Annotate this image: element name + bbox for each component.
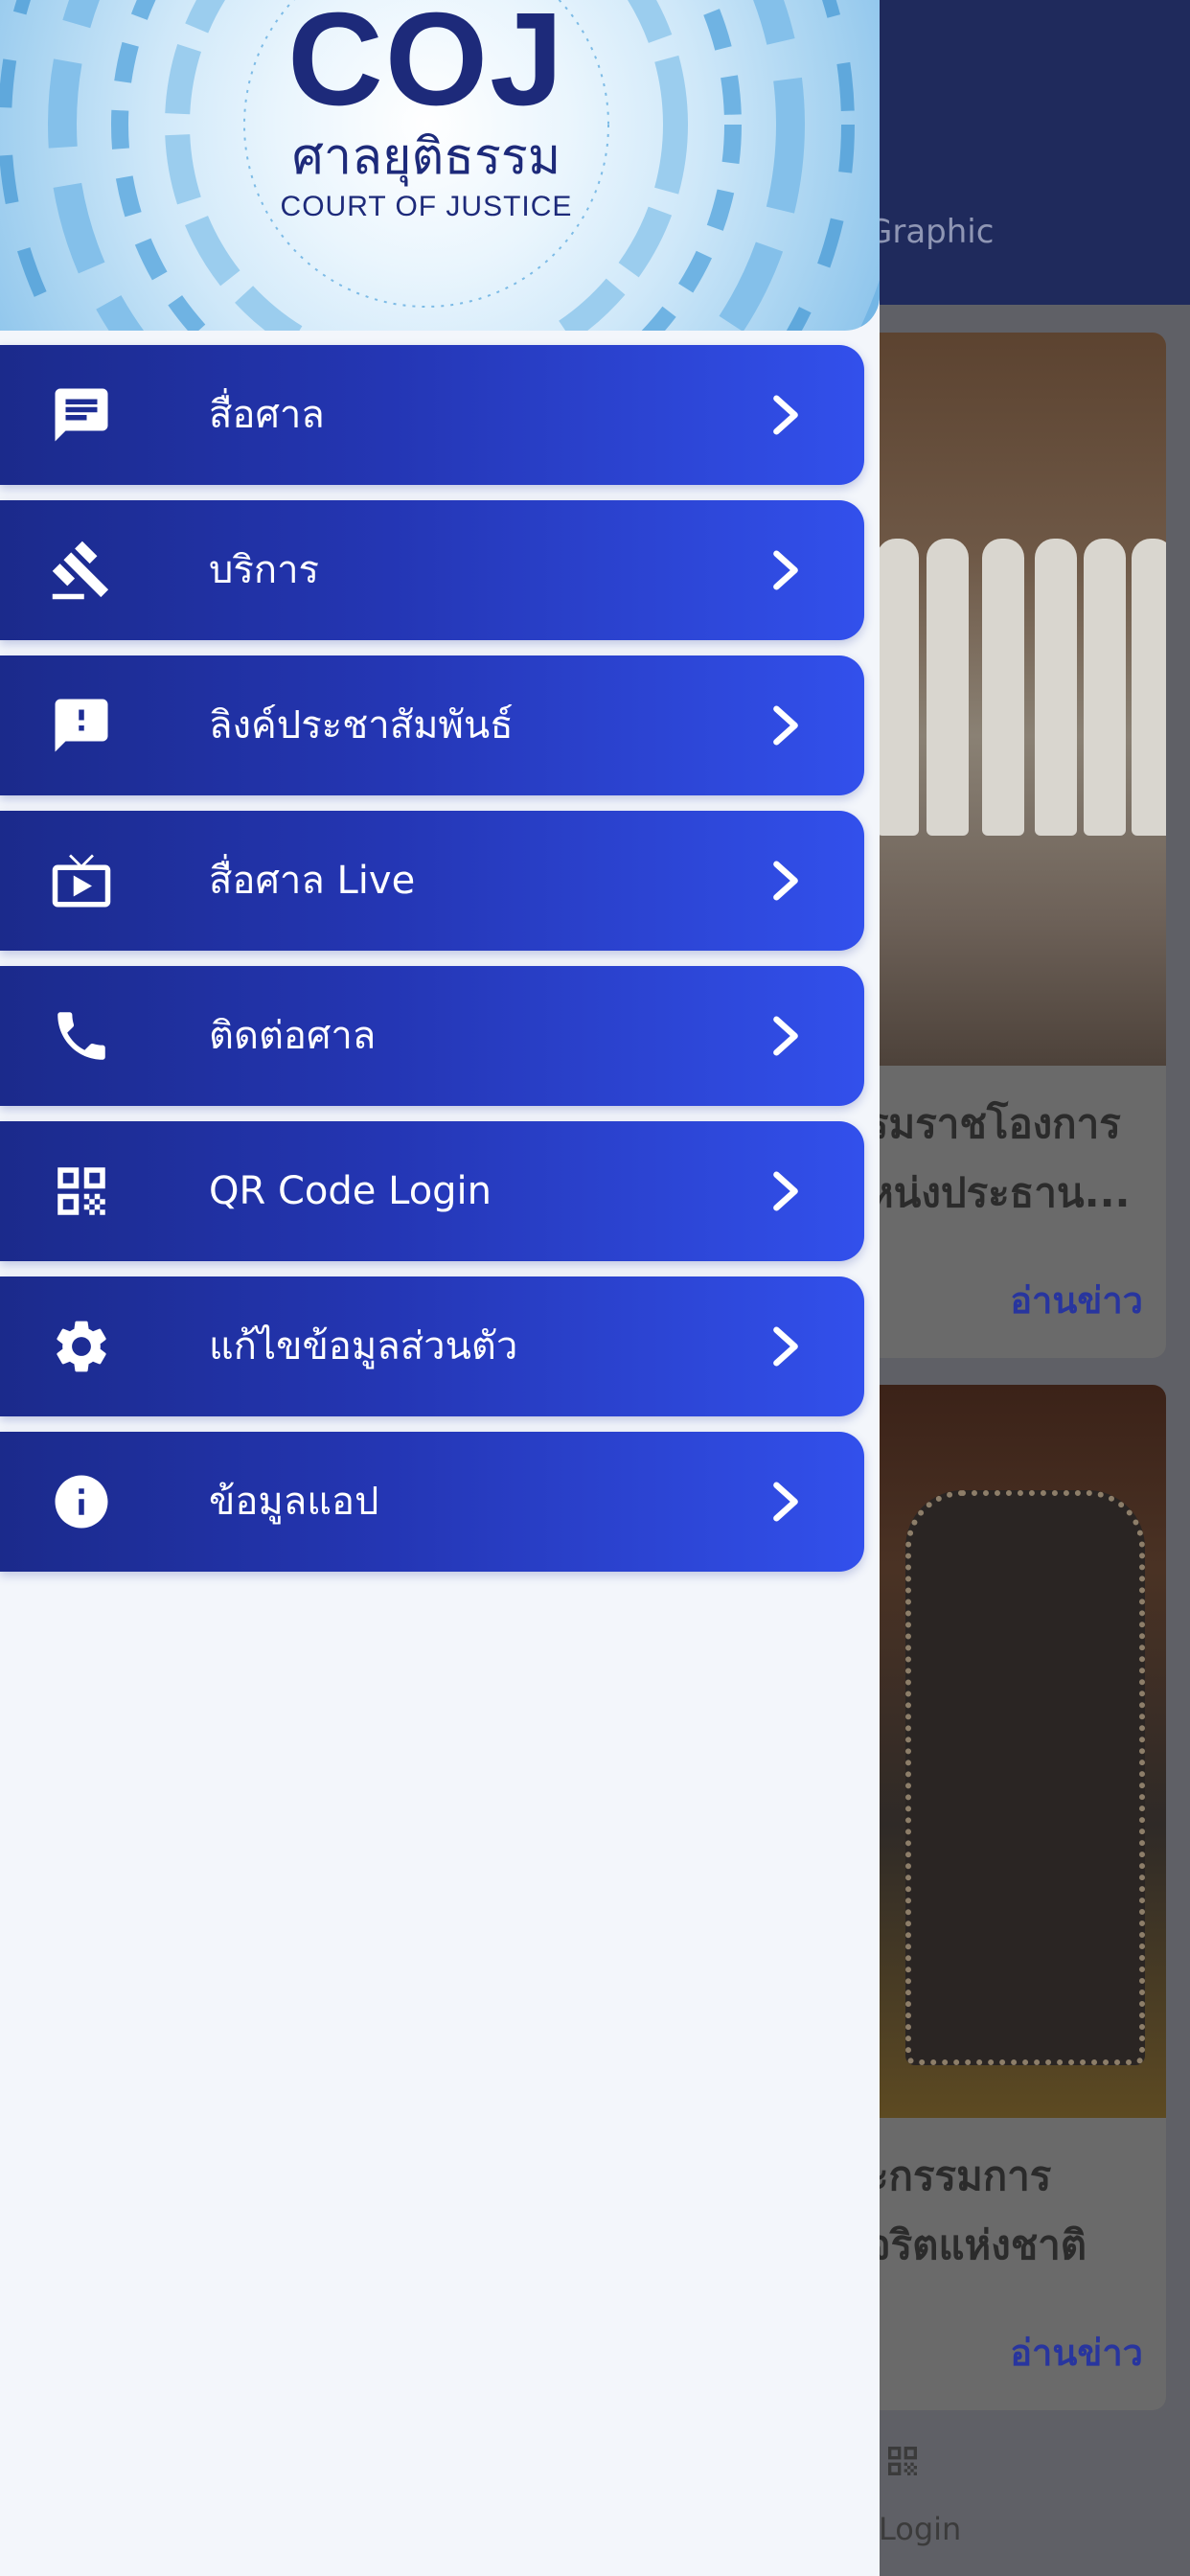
menu-item-court-media[interactable]: สื่อศาล: [0, 345, 864, 485]
coj-logo: COJ ศาลยุติธรรม COURT OF JUSTICE: [249, 0, 604, 249]
menu-item-label: QR Code Login: [209, 1169, 492, 1213]
chevron-right-icon: [773, 1171, 798, 1211]
menu-item-contact-court[interactable]: ติดต่อศาล: [0, 966, 864, 1106]
alert-message-icon: [48, 692, 115, 759]
message-icon: [48, 381, 115, 448]
drawer-header: COJ ศาลยุติธรรม COURT OF JUSTICE: [0, 0, 880, 331]
menu-item-services[interactable]: บริการ: [0, 500, 864, 640]
gavel-icon: [48, 537, 115, 604]
read-more-link: อ่านข่าว: [1010, 2332, 1143, 2374]
logo-english-name: COURT OF JUSTICE: [280, 191, 573, 222]
chevron-right-icon: [773, 395, 798, 435]
background-news-card: รมราชโองการ หน่งประธาน... อ่านข่าว: [867, 333, 1166, 1358]
navigation-drawer: COJ ศาลยุติธรรม COURT OF JUSTICE สื่อศาล…: [0, 0, 880, 2576]
chevron-right-icon: [773, 705, 798, 746]
menu-item-label: ข้อมูลแอป: [209, 1480, 379, 1524]
logo-abbreviation: COJ: [287, 0, 565, 133]
qr-code-icon: [48, 1158, 115, 1225]
chevron-right-icon: [773, 1482, 798, 1522]
menu-item-app-info[interactable]: ข้อมูลแอป: [0, 1432, 864, 1572]
news-title: รมราชโองการ หน่งประธาน...: [867, 1100, 1131, 1216]
menu-item-label: ติดต่อศาล: [209, 1014, 377, 1058]
news-photo: [867, 333, 1166, 1066]
chevron-right-icon: [773, 1016, 798, 1056]
menu-item-edit-profile[interactable]: แก้ไขข้อมูลส่วนตัว: [0, 1276, 864, 1416]
chevron-right-icon: [773, 861, 798, 901]
news-title: ะกรรมการ จริตแห่งชาติ: [867, 2152, 1087, 2268]
menu-item-label: แก้ไขข้อมูลส่วนตัว: [209, 1324, 518, 1368]
bottom-nav-label: Login: [879, 2511, 962, 2547]
phone-icon: [48, 1002, 115, 1070]
gear-icon: [48, 1313, 115, 1380]
logo-thai-name: ศาลยุติธรรม: [291, 128, 561, 186]
news-photo: [867, 1385, 1166, 2118]
drawer-menu: สื่อศาล บริการ ลิงค์ประชาสัมพันธ์ สื่อศา…: [0, 345, 864, 1587]
background-tab-label: Graphic: [867, 213, 995, 251]
info-icon: [48, 1468, 115, 1535]
menu-item-court-media-live[interactable]: สื่อศาล Live: [0, 811, 864, 951]
qr-code-icon: [888, 2447, 917, 2475]
read-more-link: อ่านข่าว: [1010, 1279, 1143, 1322]
menu-item-qr-code-login[interactable]: QR Code Login: [0, 1121, 864, 1261]
menu-item-label: สื่อศาล Live: [209, 859, 416, 903]
chevron-right-icon: [773, 550, 798, 590]
menu-item-label: สื่อศาล: [209, 393, 325, 437]
menu-item-label: ลิงค์ประชาสัมพันธ์: [209, 703, 514, 748]
menu-item-pr-links[interactable]: ลิงค์ประชาสัมพันธ์: [0, 656, 864, 795]
menu-item-label: บริการ: [209, 548, 320, 592]
live-tv-icon: [48, 847, 115, 914]
background-news-card: ะกรรมการ จริตแห่งชาติ อ่านข่าว: [867, 1385, 1166, 2410]
chevron-right-icon: [773, 1326, 798, 1367]
